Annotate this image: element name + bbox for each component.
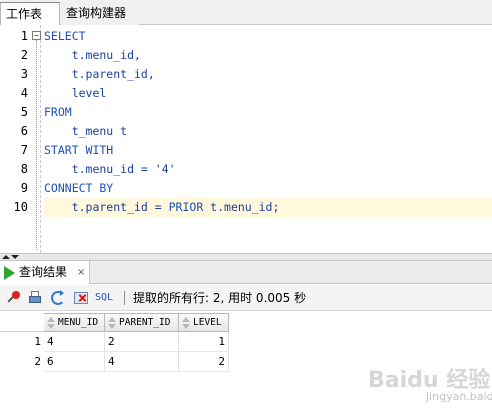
line-number: 4 [20, 86, 28, 100]
pane-splitter[interactable] [0, 253, 492, 261]
cell-menu-id[interactable]: 6 [44, 352, 105, 372]
tab-query-builder[interactable]: 查询构建器 [61, 2, 139, 25]
fold-collapse-icon[interactable]: − [32, 31, 41, 40]
cell-level[interactable]: 2 [179, 352, 229, 372]
sql-identifier: level [44, 86, 107, 100]
sql-keyword: FROM [44, 105, 72, 119]
baidu-watermark: Baidu 经验 jingyan.baidu.com [368, 362, 492, 403]
column-header-menu-id[interactable]: MENU_ID [44, 313, 105, 332]
sql-keyword: PRIOR [168, 200, 204, 214]
cell-parent-id[interactable]: 2 [105, 332, 179, 352]
sql-string: '4' [154, 162, 176, 176]
sql-developer-window: 工作表 查询构建器 − 1 2 3 4 5 6 7 8 9 10 SELECT t.menu_id… [0, 0, 492, 417]
sql-identifier: t.menu_id, [44, 48, 141, 62]
sql-identifier: t.parent_id = [44, 200, 169, 214]
grid-corner [0, 313, 44, 332]
table-row[interactable]: 2 6 4 2 [0, 352, 230, 372]
code-line[interactable]: level [44, 84, 492, 103]
clear-results-icon[interactable] [73, 290, 89, 306]
line-number: 9 [20, 181, 28, 195]
result-toolbar: SQL 提取的所有行: 2, 用时 0.005 秒 [0, 285, 492, 311]
column-header-parent-id[interactable]: PARENT_ID [105, 313, 179, 332]
pin-icon[interactable] [5, 290, 21, 306]
fetch-status-text: 提取的所有行: 2, 用时 0.005 秒 [133, 291, 307, 305]
column-label: MENU_ID [58, 317, 99, 328]
editor-tab-bar: 工作表 查询构建器 [0, 0, 492, 25]
code-line[interactable]: t.menu_id, [44, 46, 492, 65]
cell-level[interactable]: 1 [179, 332, 229, 352]
column-header-level[interactable]: LEVEL [179, 313, 229, 332]
line-number: 5 [20, 105, 28, 119]
code-line[interactable]: FROM [44, 103, 492, 122]
fold-guide-line [36, 40, 37, 250]
close-icon[interactable]: × [77, 261, 85, 284]
line-number: 7 [20, 143, 28, 157]
sql-editor[interactable]: − 1 2 3 4 5 6 7 8 9 10 SELECT t.menu_id, t.parent… [0, 25, 492, 253]
grid-header: MENU_ID PARENT_ID LEVEL [0, 313, 230, 332]
code-line[interactable]: START WITH [44, 141, 492, 160]
column-label: PARENT_ID [119, 317, 171, 328]
row-number: 1 [34, 335, 41, 348]
sql-identifier: t_menu t [44, 124, 128, 138]
code-line[interactable]: t_menu t [44, 122, 492, 141]
collapse-up-icon[interactable] [2, 255, 10, 259]
code-line[interactable]: CONNECT BY [44, 179, 492, 198]
toolbar-divider [124, 291, 125, 305]
code-line[interactable]: t.parent_id, [44, 65, 492, 84]
sort-icon[interactable] [108, 317, 116, 329]
expand-down-icon[interactable] [11, 255, 19, 259]
sql-keyword: CONNECT BY [44, 181, 114, 195]
result-tab-bar: 查询结果 × [0, 261, 492, 284]
gutter-divider [40, 25, 41, 253]
line-number: 1 [20, 29, 28, 43]
line-number: 8 [20, 162, 28, 176]
line-number: 10 [13, 200, 28, 214]
row-number: 2 [34, 355, 41, 368]
sql-keyword: SELECT [44, 29, 86, 43]
refresh-icon[interactable] [50, 290, 66, 306]
line-number: 2 [20, 48, 28, 62]
cell-menu-id[interactable]: 4 [44, 332, 105, 352]
print-icon[interactable] [27, 290, 43, 306]
tab-worksheet[interactable]: 工作表 [0, 2, 60, 25]
tab-query-result[interactable]: 查询结果 × [0, 261, 90, 284]
sql-button[interactable]: SQL [95, 285, 113, 311]
column-label: LEVEL [193, 317, 222, 328]
code-line[interactable]: t.menu_id = '4' [44, 160, 492, 179]
line-number: 6 [20, 124, 28, 138]
cell-parent-id[interactable]: 4 [105, 352, 179, 372]
sql-keyword: START WITH [44, 143, 114, 157]
sql-identifier: t.parent_id, [44, 67, 155, 81]
table-row[interactable]: 1 4 2 1 [0, 332, 230, 352]
run-icon [4, 266, 15, 280]
code-line[interactable]: t.parent_id = PRIOR t.menu_id; [44, 198, 492, 217]
watermark-subtext: jingyan.baidu.com [426, 390, 492, 403]
sort-icon[interactable] [47, 317, 55, 329]
query-result-label: 查询结果 [19, 265, 68, 279]
line-number: 3 [20, 67, 28, 81]
sort-icon[interactable] [182, 317, 190, 329]
code-line[interactable]: SELECT [44, 27, 492, 46]
sql-identifier: t.menu_id; [203, 200, 280, 214]
sql-identifier: t.menu_id = [44, 162, 155, 176]
